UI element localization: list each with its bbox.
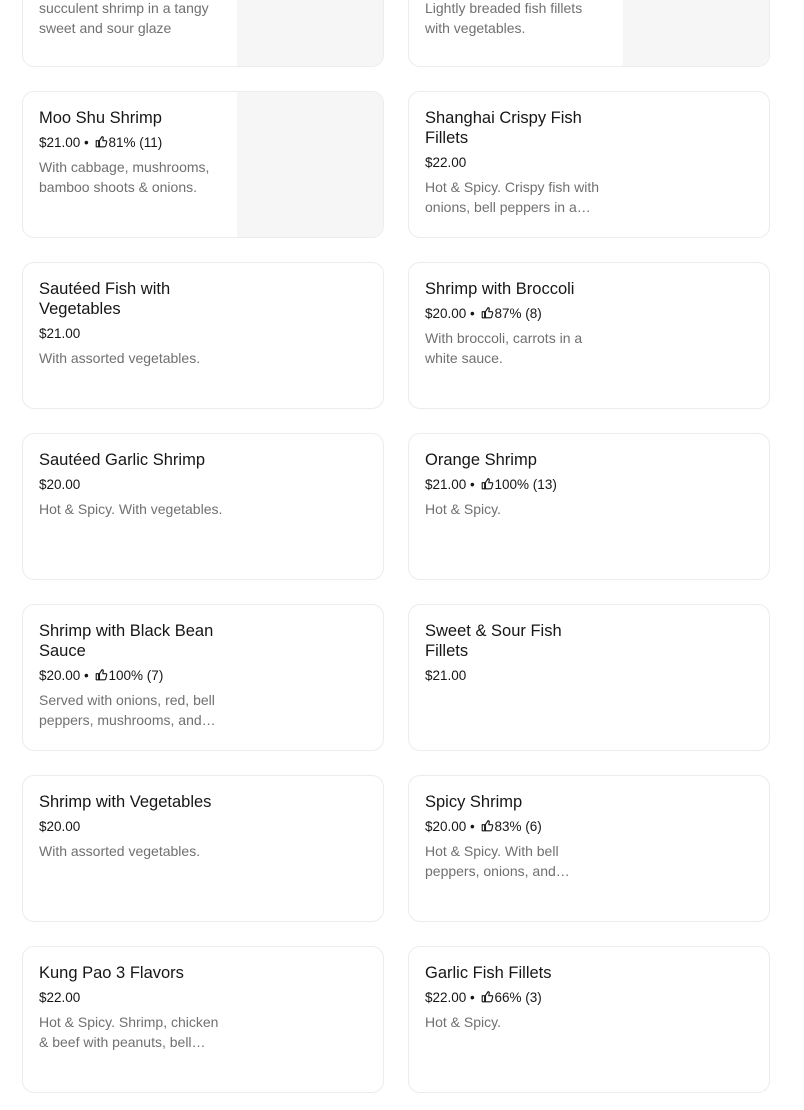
- menu-item-price: $20.00: [39, 477, 81, 492]
- menu-item-details: Garlic Fish Fillets $22.00 • 66% (3) Hot &…: [425, 963, 609, 1032]
- menu-item-rating: 83% (6): [494, 819, 542, 834]
- menu-item-name: Kung Pao 3 Flavors: [39, 964, 184, 982]
- menu-item-card[interactable]: Shrimp with Broccoli $20.00 • 87% (8) With…: [408, 262, 770, 409]
- menu-item-card[interactable]: Moo Shu Shrimp $21.00 • 81% (11) With cabb…: [22, 91, 384, 238]
- menu-item-meta: $20.00 • 100% (7): [39, 666, 223, 686]
- menu-item-rating: 87% (8): [494, 306, 542, 321]
- menu-item-card[interactable]: succulent shrimp in a tangy sweet and so…: [22, 0, 384, 67]
- meta-separator: •: [466, 306, 479, 321]
- meta-separator: •: [80, 668, 93, 683]
- menu-item-meta: $21.00: [39, 324, 223, 344]
- menu-item-rating: 100% (7): [108, 668, 164, 683]
- menu-item-description: Hot & Spicy. Crispy fish with onions, be…: [425, 179, 600, 215]
- menu-item-price: $22.00: [39, 990, 81, 1005]
- menu-item-meta: $20.00: [39, 475, 223, 495]
- menu-item-meta: $22.00 • 66% (3): [425, 988, 609, 1008]
- menu-item-meta: $20.00 • 83% (6): [425, 817, 609, 837]
- menu-item-description: Hot & Spicy. With vegetables.: [39, 501, 223, 517]
- menu-item-description: With cabbage, mushrooms, bamboo shoots &…: [39, 159, 210, 195]
- menu-item-description: With assorted vegetables.: [39, 350, 201, 366]
- menu-item-name: Orange Shrimp: [425, 451, 537, 469]
- thumbs-up-icon: [95, 136, 107, 148]
- menu-item-name: Shanghai Crispy Fish Fillets: [425, 109, 582, 147]
- menu-item-details: Spicy Shrimp $20.00 • 83% (6) Hot & Spicy.…: [425, 792, 609, 881]
- menu-item-details: Shrimp with Black Bean Sauce $20.00 • 100…: [39, 621, 223, 730]
- menu-item-meta: $21.00: [425, 666, 609, 686]
- menu-item-meta: $22.00: [39, 988, 223, 1008]
- menu-item-details: Orange Shrimp $21.00 • 100% (13) Hot & Spi…: [425, 450, 609, 519]
- menu-item-card[interactable]: Sweet & Sour Fish Fillets $21.00: [408, 604, 770, 751]
- menu-item-price: $20.00: [39, 819, 81, 834]
- menu-item-description: Served with onions, red, bell peppers, m…: [39, 692, 216, 728]
- menu-item-description: With broccoli, carrots in a white sauce.: [425, 330, 583, 366]
- menu-item-price: $22.00: [425, 155, 467, 170]
- menu-item-details: Kung Pao 3 Flavors $22.00 Hot & Spicy. Shr…: [39, 963, 223, 1052]
- menu-item-name: Shrimp with Black Bean Sauce: [39, 622, 214, 660]
- menu-item-card[interactable]: Shrimp with Vegetables $20.00 With assorte…: [22, 775, 384, 922]
- menu-item-meta: $20.00 • 87% (8): [425, 304, 609, 324]
- thumbs-up-icon: [481, 478, 493, 490]
- menu-item-details: Sautéed Garlic Shrimp $20.00 Hot & Spicy. …: [39, 450, 223, 519]
- menu-item-card[interactable]: Orange Shrimp $21.00 • 100% (13) Hot & Spi…: [408, 433, 770, 580]
- menu-item-name: Garlic Fish Fillets: [425, 964, 552, 982]
- menu-item-name: Sautéed Fish with Vegetables: [39, 280, 171, 318]
- menu-item-price: $20.00: [425, 306, 467, 321]
- menu-item-rating: 66% (3): [494, 990, 542, 1005]
- menu-item-image: [237, 0, 383, 66]
- menu-item-price: $21.00: [39, 135, 81, 150]
- menu-item-description: succulent shrimp in a tangy sweet and so…: [39, 0, 209, 36]
- menu-item-details: Sweet & Sour Fish Fillets $21.00: [425, 621, 609, 690]
- menu-item-price: $20.00: [425, 819, 467, 834]
- meta-separator: •: [466, 819, 479, 834]
- menu-item-details: Lightly breaded fish fillets with vegeta…: [425, 0, 609, 38]
- meta-separator: •: [466, 477, 479, 492]
- menu-item-image: [623, 0, 769, 66]
- menu-item-name: Shrimp with Broccoli: [425, 280, 575, 298]
- menu-item-price: $21.00: [425, 668, 467, 683]
- menu-item-name: Sautéed Garlic Shrimp: [39, 451, 205, 469]
- menu-item-description: With assorted vegetables.: [39, 843, 201, 859]
- menu-item-card[interactable]: Spicy Shrimp $20.00 • 83% (6) Hot & Spicy.…: [408, 775, 770, 922]
- menu-item-image: [237, 92, 383, 237]
- menu-item-card[interactable]: Lightly breaded fish fillets with vegeta…: [408, 0, 770, 67]
- menu-item-meta: $22.00: [425, 153, 609, 173]
- menu-item-details: succulent shrimp in a tangy sweet and so…: [39, 0, 223, 38]
- menu-item-price: $21.00: [425, 477, 467, 492]
- menu-item-meta: $21.00 • 100% (13): [425, 475, 609, 495]
- menu-item-rating: 81% (11): [108, 135, 163, 150]
- menu-item-card[interactable]: Kung Pao 3 Flavors $22.00 Hot & Spicy. Shr…: [22, 946, 384, 1093]
- menu-item-card[interactable]: Shrimp with Black Bean Sauce $20.00 • 100…: [22, 604, 384, 751]
- menu-item-name: Spicy Shrimp: [425, 793, 523, 811]
- menu-item-description: Hot & Spicy.: [425, 1014, 501, 1030]
- menu-item-meta: $21.00 • 81% (11): [39, 133, 223, 153]
- menu-item-details: Shanghai Crispy Fish Fillets $22.00 Hot & …: [425, 108, 609, 217]
- menu-item-details: Sautéed Fish with Vegetables $21.00 With a…: [39, 279, 223, 368]
- menu-item-description: Hot & Spicy.: [425, 501, 501, 517]
- menu-item-description: Hot & Spicy. Shrimp, chicken & beef with…: [39, 1014, 219, 1050]
- menu-item-card[interactable]: Sautéed Garlic Shrimp $20.00 Hot & Spicy. …: [22, 433, 384, 580]
- menu-item-price: $20.00: [39, 668, 81, 683]
- menu-item-name: Shrimp with Vegetables: [39, 793, 212, 811]
- menu-item-description: Lightly breaded fish fillets with vegeta…: [425, 0, 583, 36]
- menu-item-name: Sweet & Sour Fish Fillets: [425, 622, 562, 660]
- menu-item-card[interactable]: Sautéed Fish with Vegetables $21.00 With a…: [22, 262, 384, 409]
- menu-item-description: Hot & Spicy. With bell peppers, onions, …: [425, 843, 570, 879]
- thumbs-up-icon: [95, 669, 107, 681]
- menu-item-name: Moo Shu Shrimp: [39, 109, 162, 127]
- thumbs-up-icon: [481, 307, 493, 319]
- thumbs-up-icon: [481, 991, 493, 1003]
- menu-item-details: Shrimp with Vegetables $20.00 With assorte…: [39, 792, 223, 861]
- menu-item-card[interactable]: Garlic Fish Fillets $22.00 • 66% (3) Hot &…: [408, 946, 770, 1093]
- meta-separator: •: [80, 135, 93, 150]
- thumbs-up-icon: [481, 820, 493, 832]
- menu-item-details: Moo Shu Shrimp $21.00 • 81% (11) With cabb…: [39, 108, 223, 197]
- menu-item-details: Shrimp with Broccoli $20.00 • 87% (8) With…: [425, 279, 609, 368]
- menu-item-price: $22.00: [425, 990, 467, 1005]
- meta-separator: •: [466, 990, 479, 1005]
- menu-item-meta: $20.00: [39, 817, 223, 837]
- menu-item-card[interactable]: Shanghai Crispy Fish Fillets $22.00 Hot & …: [408, 91, 770, 238]
- menu-item-rating: 100% (13): [494, 477, 557, 492]
- menu-item-price: $21.00: [39, 326, 81, 341]
